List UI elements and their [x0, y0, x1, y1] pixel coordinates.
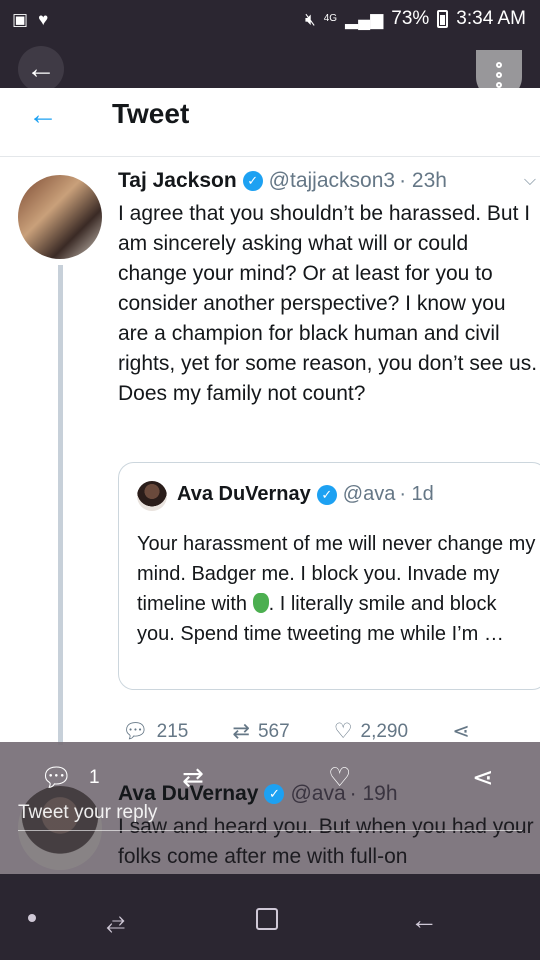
viewer-bottom-overlay: Ava DuVernay ✓ @ava · 19h I saw and hear… [0, 742, 540, 874]
back-arrow-icon[interactable]: ← [18, 46, 64, 92]
nav-dot-icon[interactable] [28, 914, 36, 922]
navigation-bar: ⥄ ← [0, 874, 540, 960]
verified-icon: ✓ [242, 171, 263, 191]
avatar[interactable] [18, 175, 102, 259]
reply-count: 215 [156, 720, 189, 742]
retweet-icon: ⇄ [182, 762, 204, 792]
viewer-reply-button[interactable]: 💬︎ 1 [40, 762, 100, 793]
tweet-header: ← Tweet [0, 88, 540, 157]
like-icon: ♡ [333, 720, 353, 743]
quote-avatar [137, 481, 167, 511]
network-type-label: 4G [323, 13, 338, 24]
share-icon: ⋖ [452, 720, 470, 743]
snake-emoji-icon [252, 593, 269, 613]
quoted-tweet[interactable]: Ava DuVernay ✓ @ava · 1d Your harassment… [118, 462, 540, 690]
quote-author-name: Ava DuVernay [177, 483, 311, 505]
battery-icon [437, 10, 449, 28]
viewer-like-button[interactable]: ♡ [328, 762, 351, 793]
status-bar: ▣ ♥ 🔇︎ 4G ▂▄▆ 73% 3:34 AM [0, 0, 540, 38]
mute-icon: 🔇︎ [304, 9, 316, 29]
image-icon: ▣ [12, 9, 29, 29]
heart-icon: ♥ [38, 9, 49, 29]
header-back-icon[interactable]: ← [28, 98, 58, 132]
viewer-retweet-button[interactable]: ⇄ [182, 762, 204, 793]
share-button[interactable]: ⋖ [452, 719, 470, 744]
share-icon: ⋖ [472, 762, 494, 792]
retweet-icon: ⇄ [232, 720, 250, 743]
retweet-button[interactable]: ⇄ 567 [232, 719, 289, 744]
tweet: Taj Jackson ✓ @tajjackson3 · 23h ⌵ I agr… [118, 169, 540, 409]
battery-percent: 73% [391, 8, 430, 29]
signal-icon: ▂▄▆ [345, 9, 384, 29]
page-title: Tweet [112, 98, 190, 129]
quote-author-row: Ava DuVernay ✓ @ava · 1d [177, 483, 434, 506]
like-count: 2,290 [360, 720, 409, 742]
verified-icon: ✓ [316, 484, 337, 505]
author-handle: @tajjackson3 [268, 169, 396, 192]
like-button[interactable]: ♡ 2,290 [334, 719, 408, 744]
chevron-down-icon[interactable]: ⌵ [524, 172, 540, 190]
thread-line [58, 265, 63, 745]
like-icon: ♡ [328, 762, 352, 792]
quote-time: · 1d [399, 483, 434, 505]
reply-icon: 💬︎ [122, 719, 149, 743]
recent-apps-icon[interactable]: ⥄ [106, 908, 125, 936]
reply-button[interactable]: 💬︎ 215 [122, 720, 188, 744]
viewer-toolbar: ← [0, 38, 540, 100]
nav-back-icon[interactable]: ← [410, 904, 438, 936]
quote-author-handle: @ava [342, 483, 396, 505]
author-name[interactable]: Taj Jackson [118, 169, 237, 193]
reply-icon: 💬︎ [40, 762, 74, 792]
clock: 3:34 AM [456, 8, 526, 29]
quote-text: Your harassment of me will never change … [137, 529, 537, 649]
viewer-share-button[interactable]: ⋖ [472, 762, 494, 793]
home-icon[interactable] [256, 908, 278, 930]
tweet-text: I agree that you shouldn’t be harassed. … [118, 202, 538, 405]
tweet-time: · 23h [399, 169, 447, 192]
reply-input[interactable]: Tweet your reply [18, 796, 522, 831]
tweet-thread: Taj Jackson ✓ @tajjackson3 · 23h ⌵ I agr… [0, 157, 540, 747]
retweet-count: 567 [257, 720, 290, 742]
viewer-reply-count: 1 [89, 766, 100, 788]
tweet-actions: 💬︎ 215 ⇄ 567 ♡ 2,290 ⋖ [122, 719, 500, 744]
tweet-author-row: Taj Jackson ✓ @tajjackson3 · 23h ⌵ [118, 169, 540, 193]
